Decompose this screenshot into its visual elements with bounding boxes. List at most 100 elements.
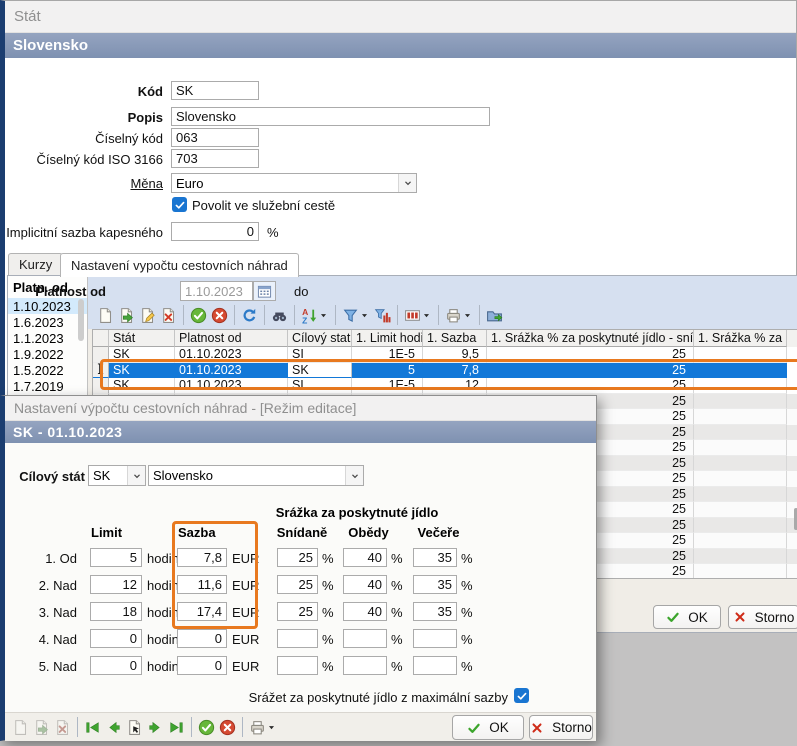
table-row[interactable]: SK01.10.2023SI1E-59,525 bbox=[93, 347, 797, 363]
storno-button[interactable]: Storno bbox=[728, 605, 797, 629]
table-header-cell[interactable]: 1. Sazba bbox=[423, 330, 487, 347]
edit-record-button[interactable] bbox=[137, 304, 158, 327]
snidane-field[interactable]: 25 bbox=[277, 575, 318, 594]
date-list-item[interactable]: 1.10.2023 bbox=[8, 298, 87, 314]
limit-field[interactable]: 0 bbox=[90, 656, 142, 675]
dialog-ok-button[interactable]: OK bbox=[452, 715, 524, 740]
vecere-field[interactable]: 35 bbox=[413, 575, 457, 594]
table-cell-srazka2[interactable] bbox=[694, 456, 787, 472]
tab-nastaveni-vypoctu[interactable]: Nastavení vypočtu cestovních náhrad bbox=[60, 253, 299, 277]
vecere-field[interactable] bbox=[413, 656, 457, 675]
filter-summary-button[interactable] bbox=[372, 304, 393, 327]
povolit-checkbox[interactable] bbox=[172, 197, 187, 212]
table-cell-srazka[interactable]: 25 bbox=[487, 378, 694, 394]
table-cell-sazba[interactable]: 7,8 bbox=[423, 363, 487, 379]
copy-record-button[interactable] bbox=[116, 304, 137, 327]
dialog-storno-button[interactable]: Storno bbox=[529, 715, 593, 740]
table-header-cell[interactable]: Cílový stat bbox=[288, 330, 352, 347]
table-cell-srazka2[interactable] bbox=[694, 564, 787, 579]
table-cell-srazka2[interactable] bbox=[694, 533, 787, 549]
table-cell-indicator[interactable] bbox=[93, 347, 109, 363]
cilovy-stat-name-combo[interactable]: Slovensko bbox=[148, 465, 364, 486]
sazba-field[interactable]: 0 bbox=[177, 656, 227, 675]
limit-field[interactable]: 12 bbox=[90, 575, 142, 594]
ok-button[interactable]: OK bbox=[653, 605, 721, 629]
calendar-button[interactable] bbox=[253, 281, 276, 301]
nav-last-button[interactable] bbox=[166, 716, 187, 739]
confirm-button[interactable] bbox=[196, 716, 217, 739]
nav-next-button[interactable] bbox=[145, 716, 166, 739]
table-cell-cilovy[interactable]: SL bbox=[288, 378, 352, 394]
ciselny-kod-field[interactable]: 063 bbox=[171, 128, 259, 147]
ciselny-kod-iso-field[interactable]: 703 bbox=[171, 149, 259, 168]
print-button[interactable] bbox=[443, 304, 475, 327]
popis-field[interactable]: Slovensko bbox=[171, 107, 490, 126]
table-cell-stat[interactable]: SK bbox=[109, 378, 175, 394]
cilovy-stat-code-combo[interactable]: SK bbox=[88, 465, 146, 486]
nav-detail-button[interactable] bbox=[124, 716, 145, 739]
table-cell-srazka[interactable]: 25 bbox=[487, 347, 694, 363]
table-header-cell[interactable]: 1. Limit hodin bbox=[352, 330, 423, 347]
date-list-item[interactable]: 1.1.2023 bbox=[8, 330, 87, 346]
new-document-button[interactable] bbox=[95, 304, 116, 327]
srazet-checkbox[interactable] bbox=[514, 688, 529, 703]
table-cell-cilovy[interactable]: SK bbox=[288, 363, 352, 379]
columns-button[interactable] bbox=[402, 304, 434, 327]
table-cell-indicator[interactable]: I bbox=[93, 363, 109, 379]
table-cell-srazka2[interactable] bbox=[694, 409, 787, 425]
sazba-field[interactable]: 11,6 bbox=[177, 575, 227, 594]
table-cell-srazka2[interactable] bbox=[694, 347, 787, 363]
refresh-button[interactable] bbox=[239, 304, 260, 327]
table-cell-platnost[interactable]: 01.10.2023 bbox=[175, 378, 288, 394]
delete-record-button[interactable] bbox=[158, 304, 179, 327]
table-cell-srazka2[interactable] bbox=[694, 518, 787, 534]
table-cell-srazka2[interactable] bbox=[694, 502, 787, 518]
cancel-button[interactable] bbox=[217, 716, 238, 739]
obedy-field[interactable]: 40 bbox=[343, 602, 387, 621]
table-cell-srazka2[interactable] bbox=[694, 394, 787, 410]
export-folder-button[interactable] bbox=[484, 304, 505, 327]
table-header-cell[interactable]: Platnost od bbox=[175, 330, 288, 347]
date-list-scrollbar[interactable] bbox=[78, 299, 84, 341]
filter-button[interactable] bbox=[340, 304, 372, 327]
implicitni-sazba-field[interactable]: 0 bbox=[171, 222, 259, 241]
platnost-od-date-field[interactable]: 1.10.2023 bbox=[180, 281, 253, 301]
dropdown-caret-button[interactable] bbox=[266, 719, 277, 736]
date-list-item[interactable]: 1.5.2022 bbox=[8, 362, 87, 378]
table-cell-cilovy[interactable]: SI bbox=[288, 347, 352, 363]
table-cell-platnost[interactable]: 01.10.2023 bbox=[175, 363, 288, 379]
mena-dropdown-button[interactable] bbox=[398, 174, 416, 192]
table-header-cell[interactable]: Stát bbox=[109, 330, 175, 347]
tab-kurzy[interactable]: Kurzy bbox=[8, 253, 63, 275]
mena-label[interactable]: Měna bbox=[5, 176, 163, 191]
table-cell-srazka2[interactable] bbox=[694, 549, 787, 565]
dropdown-caret-button[interactable] bbox=[421, 307, 432, 324]
table-cell-limit[interactable]: 1E-5 bbox=[352, 378, 423, 394]
table-row[interactable]: SK01.10.2023SL1E-51225 bbox=[93, 378, 797, 394]
table-cell-srazka2[interactable] bbox=[694, 425, 787, 441]
table-cell-limit[interactable]: 1E-5 bbox=[352, 347, 423, 363]
table-cell-indicator[interactable] bbox=[93, 378, 109, 394]
cilovy-stat-code-dropdown[interactable] bbox=[127, 466, 145, 485]
snidane-field[interactable]: 25 bbox=[277, 548, 318, 567]
table-cell-srazka2[interactable] bbox=[694, 471, 787, 487]
print-button[interactable] bbox=[247, 716, 279, 739]
sort-az-button[interactable]: AZ bbox=[299, 304, 331, 327]
table-cell-srazka2[interactable] bbox=[694, 487, 787, 503]
vecere-field[interactable]: 35 bbox=[413, 548, 457, 567]
obedy-field[interactable] bbox=[343, 656, 387, 675]
table-header-cell[interactable]: 1. Srážka % za pos bbox=[694, 330, 787, 347]
sazba-field[interactable]: 7,8 bbox=[177, 548, 227, 567]
obedy-field[interactable]: 40 bbox=[343, 575, 387, 594]
nav-first-button[interactable] bbox=[82, 716, 103, 739]
vecere-field[interactable] bbox=[413, 629, 457, 648]
table-cell-srazka2[interactable] bbox=[694, 440, 787, 456]
obedy-field[interactable] bbox=[343, 629, 387, 648]
cancel-button[interactable] bbox=[209, 304, 230, 327]
search-binoculars-button[interactable] bbox=[269, 304, 290, 327]
table-cell-srazka2[interactable] bbox=[694, 378, 787, 394]
snidane-field[interactable]: 25 bbox=[277, 602, 318, 621]
dropdown-caret-button[interactable] bbox=[318, 307, 329, 324]
date-list-item[interactable]: 1.6.2023 bbox=[8, 314, 87, 330]
kod-field[interactable]: SK bbox=[171, 81, 259, 100]
